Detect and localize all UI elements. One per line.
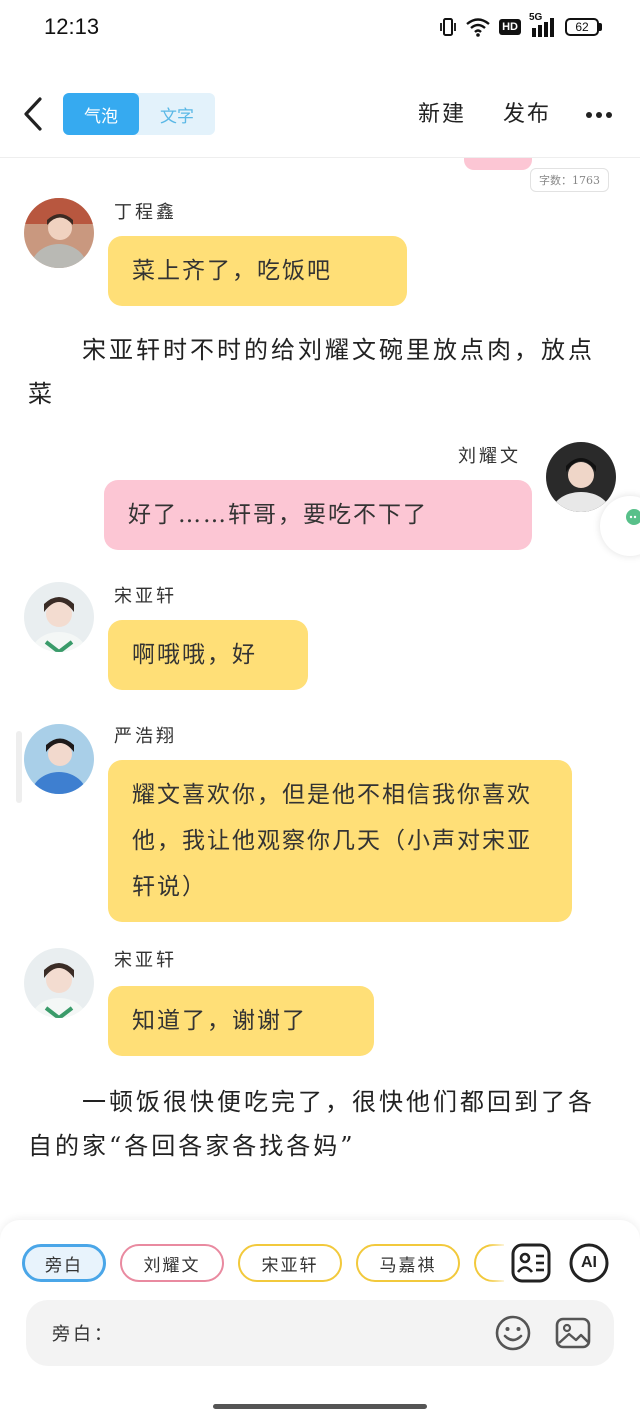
contacts-icon <box>511 1243 551 1283</box>
message-input[interactable] <box>122 1314 502 1352</box>
message-bubble[interactable]: 菜上齐了，吃饭吧 <box>108 236 407 306</box>
publish-button[interactable]: 发布 <box>503 96 551 128</box>
floating-side-button[interactable] <box>600 496 640 556</box>
chat-area[interactable]: 字数：1763 丁程鑫 菜上齐了，吃饭吧 宋亚轩时不时的给刘耀文碗里放点肉，放点… <box>0 158 640 1220</box>
status-time: 12:13 <box>44 14 100 39</box>
battery-level: 62 <box>565 18 599 36</box>
image-icon[interactable] <box>554 1314 592 1352</box>
wifi-icon <box>466 18 490 37</box>
role-chip-liu[interactable]: 刘耀文 <box>120 1244 224 1282</box>
speaker-name: 刘耀文 <box>458 446 521 467</box>
word-count-badge: 字数：1763 <box>530 168 609 192</box>
chat-icon <box>626 509 640 525</box>
message-bubble[interactable]: 啊哦哦，好 <box>108 620 308 690</box>
avatar-liu[interactable] <box>546 442 616 512</box>
speaker-name: 丁程鑫 <box>114 202 177 223</box>
top-nav: 气泡 文字 新建 发布 <box>0 80 640 150</box>
previous-bubble-edge <box>464 158 532 170</box>
battery-icon: 62 <box>565 18 602 36</box>
hd-badge: HD <box>499 19 521 35</box>
contacts-button[interactable] <box>510 1242 552 1284</box>
message-bubble[interactable]: 耀文喜欢你，但是他不相信我你喜欢他，我让他观察你几天（小声对宋亚轩说） <box>108 760 572 922</box>
message-bubble[interactable]: 好了……轩哥，要吃不下了 <box>104 480 532 550</box>
vibrate-icon <box>440 18 457 36</box>
ai-label: AI <box>581 1254 597 1271</box>
speaker-name: 宋亚轩 <box>114 950 177 971</box>
mode-toggle: 气泡 文字 <box>63 93 215 135</box>
chip-fade <box>488 1238 508 1288</box>
avatar-song[interactable] <box>24 948 94 1018</box>
scroll-handle[interactable] <box>16 731 22 803</box>
bottom-panel: 旁白 刘耀文 宋亚轩 马嘉祺 AI 旁白： <box>0 1220 640 1422</box>
speaker-name: 严浩翔 <box>114 726 177 747</box>
mode-text-tab[interactable]: 文字 <box>139 93 215 135</box>
avatar-yan[interactable] <box>24 724 94 794</box>
signal-icon <box>532 18 554 37</box>
ai-button[interactable]: AI <box>568 1242 610 1284</box>
back-button[interactable] <box>18 94 48 134</box>
narration-text: 一顿饭很快便吃完了，很快他们都回到了各自的家“各回各家各找各妈” <box>28 1088 595 1160</box>
more-icon[interactable] <box>584 100 614 130</box>
role-chip-aside[interactable]: 旁白 <box>22 1244 106 1282</box>
new-button[interactable]: 新建 <box>418 96 466 128</box>
avatar-ding[interactable] <box>24 198 94 268</box>
avatar-song[interactable] <box>24 582 94 652</box>
input-role-prefix: 旁白： <box>52 1324 115 1345</box>
back-arrow-icon <box>24 97 42 131</box>
message-bubble[interactable]: 知道了，谢谢了 <box>108 986 374 1056</box>
input-bar: 旁白： <box>26 1300 614 1366</box>
signal-group: 5G <box>529 12 557 38</box>
status-icons: HD 5G 62 <box>439 12 602 38</box>
narration-text: 宋亚轩时不时的给刘耀文碗里放点肉，放点菜 <box>28 336 595 408</box>
role-chip-ma[interactable]: 马嘉祺 <box>356 1244 460 1282</box>
emoji-icon[interactable] <box>494 1314 532 1352</box>
role-chip-song[interactable]: 宋亚轩 <box>238 1244 342 1282</box>
mode-bubble-tab[interactable]: 气泡 <box>63 93 139 135</box>
home-indicator[interactable] <box>213 1404 427 1409</box>
battery-tip <box>599 23 602 31</box>
speaker-name: 宋亚轩 <box>114 586 177 607</box>
status-bar: 12:13 HD 5G 62 <box>0 0 640 56</box>
